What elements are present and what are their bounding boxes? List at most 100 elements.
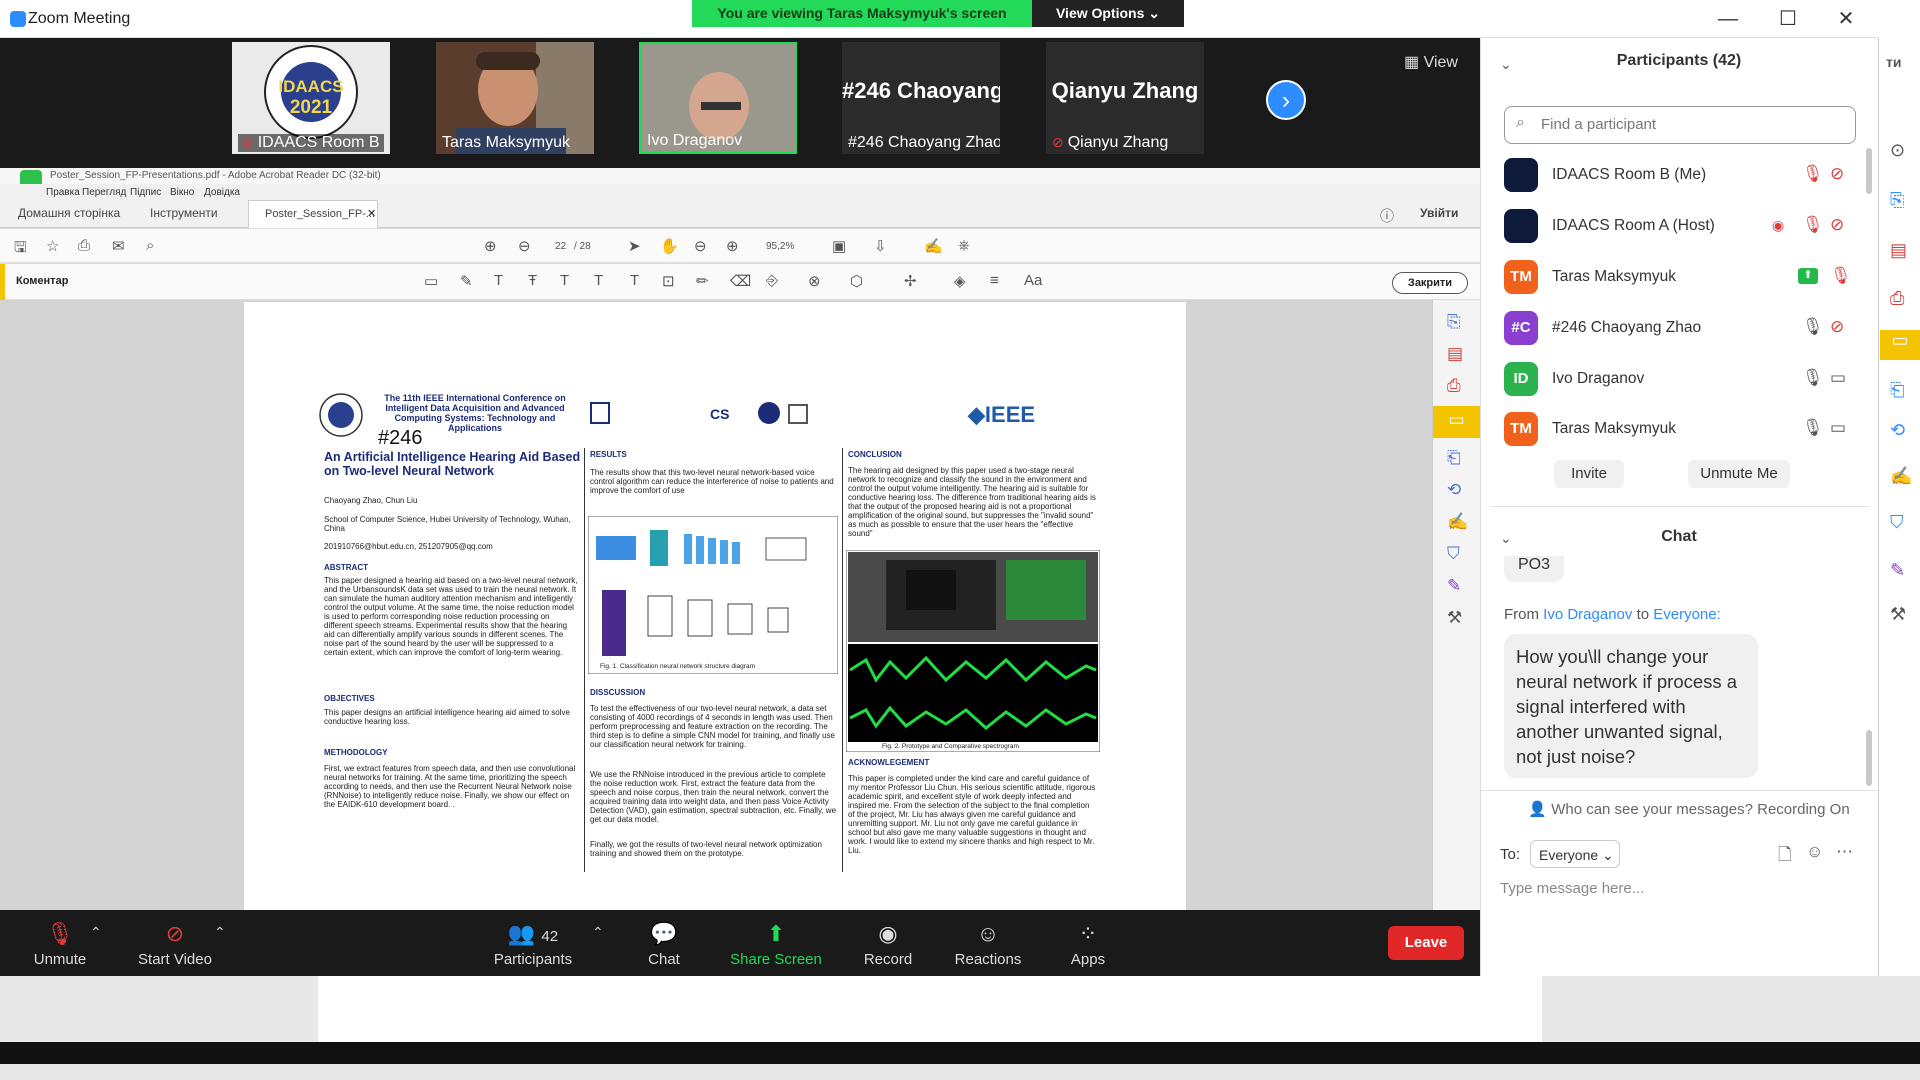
pin-icon[interactable]: ✢ <box>904 272 917 290</box>
send-sign-icon[interactable]: ✎ <box>1447 576 1461 596</box>
unmute-me-button[interactable]: Unmute Me <box>1688 460 1790 488</box>
chat-scrollbar[interactable] <box>1866 730 1872 786</box>
tab-document[interactable]: Poster_Session_FP-... ✕ <box>248 200 378 228</box>
stamp-icon[interactable]: ⎈ <box>958 237 970 254</box>
video-camera-icon[interactable]: ▭ <box>1830 368 1846 388</box>
hand-icon[interactable]: ✋ <box>660 237 679 255</box>
video-tile-room-b[interactable]: IDAACS 2021 ⊘ IDAACS Room B <box>232 42 390 154</box>
file-icon[interactable]: 🗋 <box>1778 842 1792 871</box>
line-width-icon[interactable]: ≡ <box>990 272 999 289</box>
next-page-arrow-icon[interactable]: › <box>1266 80 1306 120</box>
sender-name-link[interactable]: Ivo Draganov <box>1543 606 1632 623</box>
participant-row[interactable]: IDAACS Room A (Host) ◉ 🎙 ⊘ <box>1500 203 1870 249</box>
sign-icon[interactable]: ✍ <box>924 237 943 255</box>
zoom-search-icon[interactable]: ⌕ <box>146 237 154 254</box>
mic-icon[interactable]: 🎙 <box>1802 317 1824 337</box>
shapes-icon[interactable]: ⬡ <box>850 272 863 290</box>
scroll-mode-icon[interactable]: ⇩ <box>874 237 887 255</box>
share-screen-button[interactable]: ⬆ Share Screen <box>716 919 836 968</box>
chevron-up-icon[interactable]: ⌃ <box>214 924 226 941</box>
pencil-icon[interactable]: ✏ <box>696 272 709 290</box>
participant-row[interactable]: IDAACS Room B (Me) 🎙 ⊘ <box>1500 152 1870 198</box>
muted-mic-icon[interactable]: 🎙 <box>1802 215 1824 235</box>
video-tile-chaoyang[interactable]: #246 Chaoyang... #246 Chaoyang Zhao <box>842 42 1000 154</box>
participant-row[interactable]: ID Ivo Draganov 🎙 ▭ <box>1500 356 1870 402</box>
more-options-icon[interactable]: ⋯ <box>1836 842 1853 862</box>
who-can-see-link[interactable]: 👤 Who can see your messages? Recording O… <box>1504 800 1874 818</box>
invite-button[interactable]: Invite <box>1554 460 1624 488</box>
close-window-button[interactable]: ✕ <box>1826 6 1866 32</box>
view-options-button[interactable]: View Options ⌄ <box>1032 0 1184 27</box>
minimize-button[interactable]: — <box>1708 6 1748 32</box>
participant-row[interactable]: TM Taras Maksymyuk ⬆ 🎙 <box>1500 254 1870 300</box>
text-strike-icon[interactable]: Ŧ <box>528 272 537 289</box>
export-pdf-icon[interactable]: ⎘ <box>1447 312 1461 332</box>
comment-icon[interactable]: ▭ <box>1433 406 1480 438</box>
unmute-button[interactable]: 🎙 Unmute <box>0 919 120 968</box>
save-icon[interactable]: 🖫 <box>14 237 27 262</box>
chat-button[interactable]: 💬 Chat <box>604 919 724 968</box>
stamp-tool-icon[interactable]: ⎆ <box>766 272 778 289</box>
chevron-up-icon[interactable]: ⌃ <box>592 924 604 941</box>
text-box-icon[interactable]: ⊡ <box>662 272 675 290</box>
leave-button[interactable]: Leave <box>1388 926 1464 960</box>
apps-button[interactable]: ⁘ Apps <box>1028 919 1148 968</box>
message-input[interactable]: Type message here... <box>1500 880 1644 897</box>
video-tile-taras[interactable]: Taras Maksymyuk <box>436 42 594 154</box>
signin-button[interactable]: Увійти <box>1420 206 1458 220</box>
zoom-out-icon[interactable]: ⊖ <box>694 237 707 255</box>
cursor-icon[interactable]: ➤ <box>628 237 641 255</box>
zoom-level[interactable]: 95,2% <box>766 241 794 252</box>
menu-item[interactable]: Правка <box>46 187 80 198</box>
search-input[interactable]: Find a participant <box>1504 106 1856 144</box>
participant-row[interactable]: #C #246 Chaoyang Zhao 🎙 ⊘ <box>1500 305 1870 351</box>
organize-icon[interactable]: ⟲ <box>1447 480 1461 500</box>
menu-item[interactable]: Перегляд <box>82 187 126 198</box>
video-tile-ivo[interactable]: Ivo Draganov <box>639 42 797 154</box>
page-current[interactable]: 22 <box>555 241 566 252</box>
zoom-in-icon[interactable]: ⊕ <box>726 237 739 255</box>
edit-pdf-icon[interactable]: ⎙ <box>1447 376 1461 396</box>
star-icon[interactable]: ☆ <box>46 237 59 255</box>
view-button[interactable]: ▦ View <box>1404 52 1458 72</box>
help-icon[interactable]: ⓘ <box>1380 206 1394 226</box>
menu-item[interactable]: Довідка <box>204 187 240 198</box>
font-icon[interactable]: Aa <box>1024 272 1042 289</box>
menu-item[interactable]: Підпис <box>130 187 161 198</box>
mic-icon[interactable]: 🎙 <box>1802 418 1824 438</box>
menu-item[interactable]: Вікно <box>170 187 194 198</box>
mic-icon[interactable]: 🎙 <box>1802 368 1824 388</box>
text-underline-icon[interactable]: T <box>494 272 503 289</box>
video-camera-icon[interactable]: ▭ <box>1830 418 1846 438</box>
more-tools-icon[interactable]: ⚒ <box>1447 608 1462 628</box>
close-tab-icon[interactable]: ✕ <box>367 207 376 220</box>
combine-icon[interactable]: ⎗ <box>1447 448 1461 468</box>
highlight-icon[interactable]: ✎ <box>460 272 473 290</box>
text-insert-icon[interactable]: T <box>594 272 603 289</box>
fill-icon[interactable]: ◈ <box>954 272 966 290</box>
chevron-up-icon[interactable]: ⌃ <box>90 924 102 941</box>
eraser-icon[interactable]: ⌫ <box>730 272 751 290</box>
participant-row[interactable]: TM Taras Maksymyuk 🎙 ▭ <box>1500 406 1870 452</box>
video-off-icon[interactable]: ⊘ <box>1830 215 1844 235</box>
emoji-icon[interactable]: ☺ <box>1806 842 1823 862</box>
video-off-icon[interactable]: ⊘ <box>1830 164 1844 184</box>
text-replace-icon[interactable]: T <box>560 272 569 289</box>
close-comment-button[interactable]: Закрити <box>1392 272 1468 294</box>
video-off-icon[interactable]: ⊘ <box>1830 317 1844 337</box>
participants-button[interactable]: 👥 42 Participants <box>473 919 593 968</box>
add-text-icon[interactable]: T <box>630 272 639 289</box>
create-pdf-icon[interactable]: ▤ <box>1447 344 1463 364</box>
recipient-select[interactable]: Everyone ⌄ <box>1530 840 1620 868</box>
fill-sign-icon[interactable]: ✍ <box>1447 512 1468 532</box>
fit-page-icon[interactable]: ▣ <box>832 237 846 255</box>
tab-tools[interactable]: Інструменти <box>150 206 218 220</box>
protect-shield-icon[interactable]: ⛉ <box>1447 544 1460 564</box>
maximize-button[interactable]: ☐ <box>1768 6 1808 32</box>
muted-mic-icon[interactable]: 🎙 <box>1802 164 1824 184</box>
page-up-icon[interactable]: ⊕ <box>484 237 497 255</box>
tab-home[interactable]: Домашня сторінка <box>18 206 120 220</box>
video-tile-qianyu[interactable]: Qianyu Zhang ⊘ Qianyu Zhang <box>1046 42 1204 154</box>
print-icon[interactable]: ⎙ <box>78 237 90 254</box>
mail-icon[interactable]: ✉ <box>112 237 125 255</box>
